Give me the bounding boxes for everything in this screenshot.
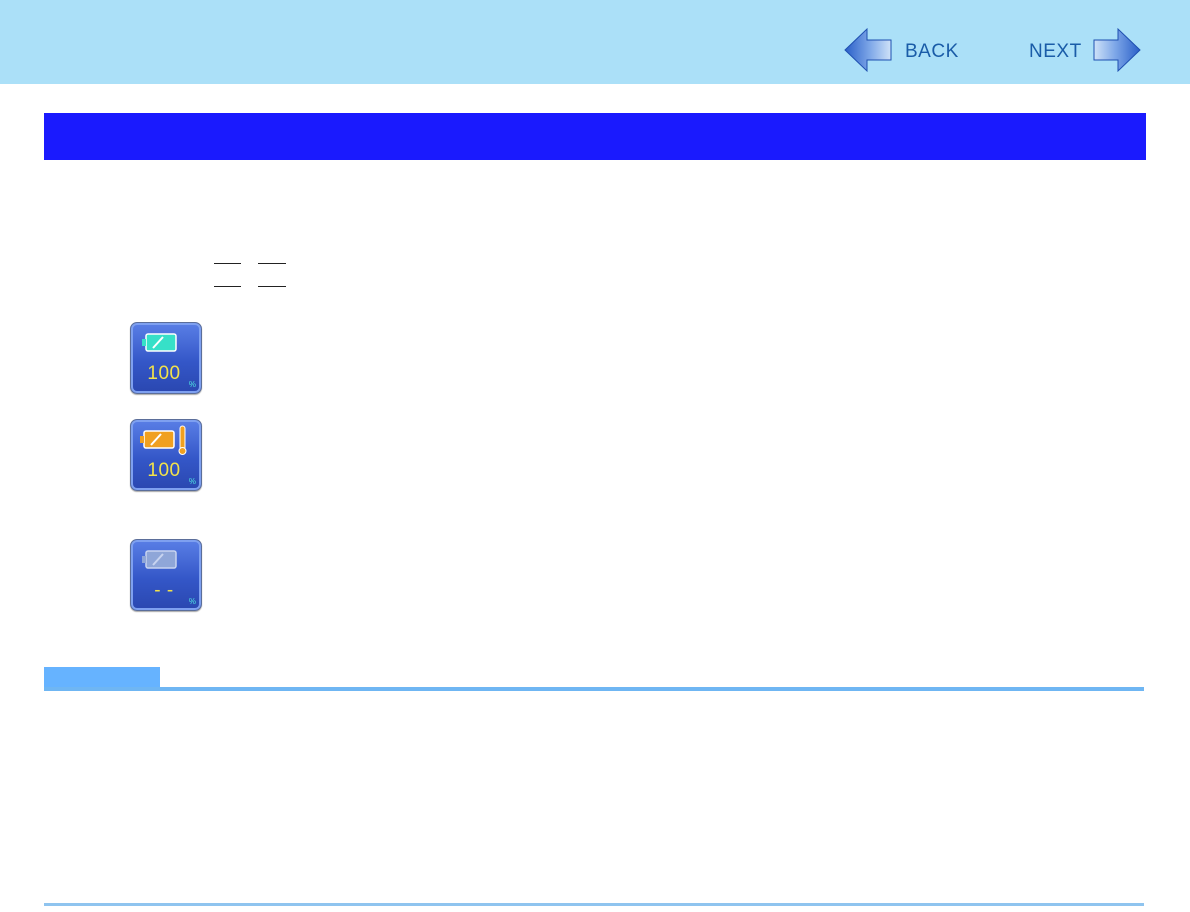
header-bar: BACK NEXT [0,0,1190,84]
key-underline [258,286,286,287]
back-arrow-icon [843,27,893,78]
next-label: NEXT [1029,41,1082,62]
back-label: BACK [905,41,959,62]
battery-full-icon: 100 % [130,322,202,394]
note-divider [44,687,1144,691]
key-underline [214,286,241,287]
battery-percent: 100 [147,460,181,481]
bottom-divider [44,903,1144,906]
title-bar [44,113,1146,160]
note-tab [44,667,160,687]
battery-percent: - - [154,580,174,601]
next-button[interactable]: NEXT [1029,27,1142,78]
percent-unit: % [188,597,196,606]
key-underline [214,263,241,264]
percent-unit: % [188,477,196,486]
key-underline [258,263,286,264]
back-button[interactable]: BACK [843,27,959,78]
battery-not-detected-icon: - - % [130,539,202,611]
next-arrow-icon [1092,27,1142,78]
percent-unit: % [188,380,196,389]
battery-percent: 100 [147,363,181,384]
battery-high-temperature-icon: 100 % [130,419,202,491]
